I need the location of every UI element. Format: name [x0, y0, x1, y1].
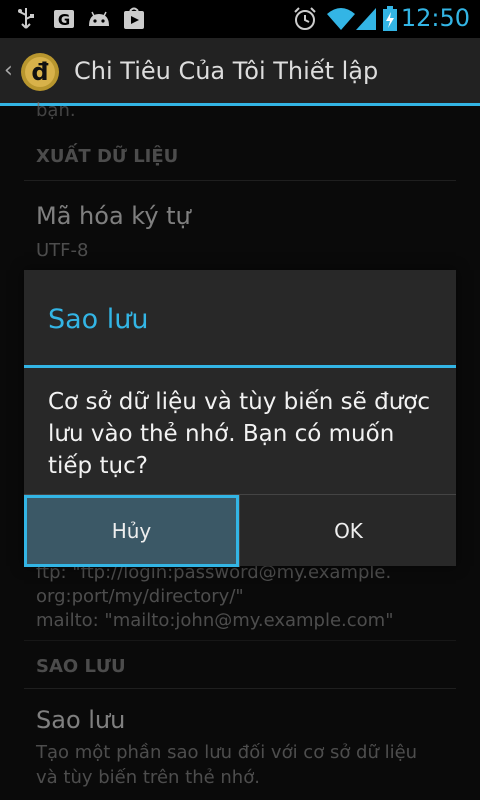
usb-icon [18, 8, 34, 29]
cancel-button[interactable]: Hủy [24, 495, 239, 567]
app-icon[interactable]: đ [20, 52, 60, 92]
wifi-icon [327, 8, 355, 30]
dialog-message: Cơ sở dữ liệu và tùy biến sẽ được lưu và… [48, 389, 431, 479]
battery-charging-icon [383, 6, 397, 31]
status-bar: G 12:50 [0, 0, 480, 38]
android-icon [89, 11, 109, 26]
alarm-icon [294, 7, 316, 30]
up-chevron-icon[interactable]: ‹ [4, 58, 13, 83]
signal-icon [356, 8, 376, 30]
button-divider [239, 495, 240, 567]
dialog-title: Sao lưu [48, 304, 149, 335]
page-title: Chi Tiêu Của Tôi Thiết lập [74, 57, 379, 85]
action-bar: ‹ đ Chi Tiêu Của Tôi Thiết lập [0, 38, 480, 106]
backup-dialog: Sao lưu Cơ sở dữ liệu và tùy biến sẽ đượ… [24, 270, 456, 567]
dialog-button-bar: Hủy OK [24, 494, 456, 567]
g-icon: G [54, 10, 74, 29]
ok-button[interactable]: OK [241, 495, 456, 567]
clock: 12:50 [400, 4, 470, 32]
dialog-title-divider [24, 365, 456, 368]
app-icon-letter: đ [31, 58, 48, 86]
svg-text:G: G [58, 11, 70, 29]
play-store-icon [124, 7, 144, 29]
